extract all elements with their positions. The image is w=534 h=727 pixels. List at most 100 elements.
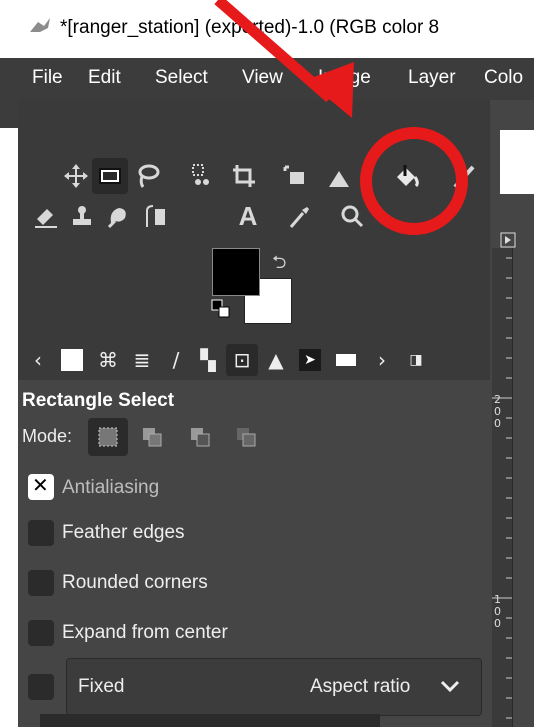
stamp-icon	[73, 206, 91, 225]
zoom-tool[interactable]	[334, 198, 370, 234]
vertical-ruler: 2 0 0 1 0 0	[492, 248, 513, 727]
menu-image[interactable]: Image	[318, 67, 371, 89]
mode-replace-button[interactable]	[88, 418, 128, 456]
brush-icon	[453, 165, 475, 189]
color-picker-tool[interactable]	[282, 198, 318, 234]
bucket-fill-tool[interactable]	[388, 158, 424, 194]
antialiasing-label: Antialiasing	[62, 477, 160, 498]
chevron-down-icon[interactable]	[436, 672, 464, 700]
expand-from-center-label: Expand from center	[62, 622, 228, 643]
tool-options-title: Rectangle Select	[22, 390, 175, 411]
rectangle-select-tool[interactable]	[92, 158, 128, 194]
crop-icon	[233, 165, 255, 187]
next-option-field[interactable]	[40, 714, 380, 727]
tab-fonts[interactable]: ▲	[260, 344, 292, 376]
feather-edges-label: Feather edges	[62, 522, 185, 543]
window-title: *[ranger_station] (exported)-1.0 (RGB co…	[60, 17, 440, 38]
rounded-corners-label: Rounded corners	[62, 572, 208, 593]
fixed-label: Fixed	[78, 676, 125, 697]
smudge-icon	[107, 208, 126, 229]
mode-add-icon	[143, 428, 162, 447]
device-icon: ⌘	[98, 348, 118, 372]
monitor-icon: ⊡	[233, 348, 251, 372]
pointer-icon: ➤	[299, 349, 321, 371]
menu-bar: File Edit Select View Image Layer Colo	[18, 58, 534, 100]
warp-icon	[329, 171, 349, 187]
fixed-checkbox[interactable]	[28, 674, 54, 700]
white-square-icon	[61, 349, 83, 371]
panel-menu-icon: ◨	[409, 352, 423, 368]
transform-icon	[283, 165, 304, 184]
undo-list-icon: ≣	[133, 348, 151, 372]
menu-edit[interactable]: Edit	[88, 67, 121, 89]
tab-scroll-right[interactable]: ›	[366, 344, 398, 376]
text-tool[interactable]: A	[230, 198, 266, 234]
tab-brushes[interactable]: /	[160, 344, 192, 376]
rectangle-icon	[336, 354, 356, 366]
menu-select[interactable]: Select	[155, 67, 208, 89]
crop-tool[interactable]	[226, 158, 262, 194]
tab-patterns[interactable]: ▚	[192, 344, 224, 376]
mode-replace-icon	[98, 427, 118, 447]
mode-intersect-button[interactable]	[226, 418, 266, 456]
chevron-left-icon: ‹	[34, 348, 42, 372]
tab-palettes[interactable]	[330, 344, 362, 376]
move-tool[interactable]	[58, 158, 94, 194]
foreground-color-swatch[interactable]	[212, 248, 260, 296]
paths-tool[interactable]	[138, 198, 174, 234]
menu-colors[interactable]: Colo	[484, 67, 523, 89]
clone-tool[interactable]	[64, 198, 100, 234]
menu-file[interactable]: File	[32, 67, 63, 89]
pattern-icon: ▚	[200, 348, 216, 372]
tab-scroll-left[interactable]: ‹	[22, 344, 54, 376]
tab-undo-history[interactable]: ≣	[126, 344, 158, 376]
mode-subtract-button[interactable]	[180, 418, 220, 456]
title-bar: *[ranger_station] (exported)-1.0 (RGB co…	[0, 0, 534, 58]
ruler-label-200: 2 0 0	[494, 393, 501, 430]
fuzzy-select-tool[interactable]	[182, 158, 218, 194]
menu-layer[interactable]: Layer	[408, 67, 456, 89]
tab-tool-options[interactable]	[56, 344, 88, 376]
default-colors-icon[interactable]	[210, 298, 232, 320]
tab-pointer[interactable]: ➤	[294, 344, 326, 376]
tab-images[interactable]: ⊡	[226, 344, 258, 376]
eraser-tool[interactable]	[28, 198, 64, 234]
fixed-dropdown[interactable]	[66, 658, 482, 716]
bucket-fill-icon	[397, 165, 419, 188]
tab-device-status[interactable]: ⌘	[92, 344, 124, 376]
chevron-right-icon: ›	[378, 348, 386, 372]
mode-intersect-icon	[237, 428, 256, 447]
warp-transform-tool[interactable]	[322, 158, 358, 194]
unified-transform-tool[interactable]	[276, 158, 312, 194]
mode-subtract-icon	[191, 428, 210, 447]
menu-view[interactable]: View	[242, 67, 283, 89]
move-icon	[64, 164, 88, 188]
swap-colors-icon[interactable]: ⮌	[272, 250, 286, 280]
mode-add-button[interactable]	[132, 418, 172, 456]
lasso-icon	[138, 164, 160, 188]
eyedropper-icon	[289, 207, 309, 228]
rectangle-select-icon	[99, 168, 121, 184]
magnifier-icon	[341, 205, 364, 228]
eraser-icon	[35, 209, 57, 228]
antialiasing-checkbox[interactable]: ✕	[28, 473, 54, 500]
expand-from-center-checkbox[interactable]	[28, 620, 54, 646]
gimp-wilber-icon	[30, 18, 50, 32]
feather-edges-checkbox[interactable]	[28, 520, 54, 546]
free-select-tool[interactable]	[130, 158, 166, 194]
ruler-label-100: 1 0 0	[494, 593, 501, 630]
text-icon: A	[238, 200, 258, 231]
paths-icon	[146, 205, 165, 227]
aspect-ratio-select[interactable]: Aspect ratio	[310, 676, 410, 698]
fuzzy-select-icon	[192, 164, 209, 185]
ruler-ticks	[492, 257, 512, 719]
ruler-menu-icon[interactable]	[500, 232, 516, 248]
brush-tab-icon: /	[172, 348, 180, 372]
tab-menu[interactable]: ◨	[400, 344, 432, 376]
paintbrush-tool[interactable]	[446, 158, 482, 194]
check-mark-icon: ✕	[32, 473, 49, 497]
canvas[interactable]	[500, 130, 534, 194]
rounded-corners-checkbox[interactable]	[28, 570, 54, 596]
smudge-tool[interactable]	[100, 198, 136, 234]
mode-label: Mode:	[22, 426, 73, 446]
